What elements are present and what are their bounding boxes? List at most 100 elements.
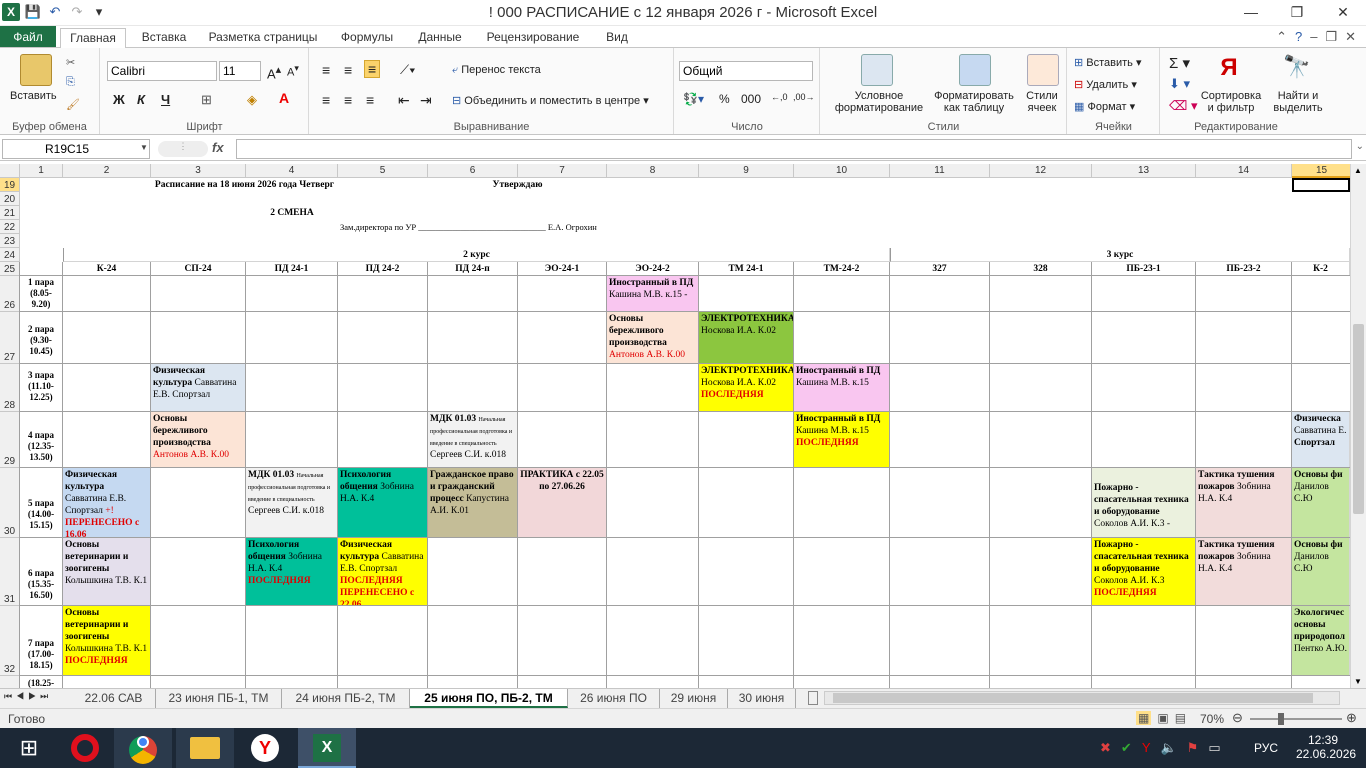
row-header[interactable]: [0, 676, 20, 688]
insert-cells-button[interactable]: ⊞ Вставить ▾: [1074, 56, 1142, 69]
lesson-cell[interactable]: Основы фи Данилов С.Ю: [1292, 468, 1350, 538]
lesson-cell[interactable]: Физическая культура Савватина Е.В. Спорт…: [338, 538, 428, 606]
lesson-cell[interactable]: Основы ветеринарии и зоогигены Колышкина …: [63, 538, 151, 606]
namebox-dropdown-icon[interactable]: ▼: [140, 143, 148, 152]
clock[interactable]: 12:39 22.06.2026: [1296, 733, 1356, 761]
find-select-button[interactable]: Найти и выделить: [1269, 90, 1327, 114]
orientation-icon[interactable]: ⟋▾: [400, 62, 415, 78]
lesson-cell[interactable]: Иностранный в ПД Кашина М.В. к.15 ПОСЛЕДНЯ…: [794, 412, 890, 468]
clear-icon[interactable]: ⌫ ▾: [1169, 98, 1198, 114]
sheet-tab[interactable]: 29 июня: [660, 689, 728, 708]
workbook-restore-icon[interactable]: ❐: [1325, 29, 1337, 45]
align-bottom-icon[interactable]: ≡: [364, 60, 381, 78]
column-header[interactable]: 12: [990, 164, 1092, 178]
lesson-cell[interactable]: Пожарно - спасательная техника и оборудо…: [1092, 538, 1196, 606]
minimize-ribbon-icon[interactable]: ⌃: [1276, 29, 1287, 45]
row-header[interactable]: 22: [0, 220, 20, 234]
workbook-close-icon[interactable]: ✕: [1345, 29, 1356, 45]
row-header[interactable]: 23: [0, 234, 20, 248]
row-header[interactable]: 27: [0, 312, 20, 364]
bold-button[interactable]: Ж: [113, 92, 125, 107]
column-header[interactable]: 10: [794, 164, 890, 178]
column-header[interactable]: 5: [338, 164, 428, 178]
increase-indent-icon[interactable]: ⇥: [420, 92, 432, 109]
align-middle-icon[interactable]: ≡: [344, 62, 352, 78]
expand-formula-icon[interactable]: ⌄: [1356, 141, 1364, 152]
close-button[interactable]: ✕: [1320, 0, 1366, 24]
format-as-table-button[interactable]: Форматировать как таблицу: [933, 90, 1015, 114]
language-indicator[interactable]: РУС: [1254, 741, 1278, 755]
align-top-icon[interactable]: ≡: [322, 62, 330, 78]
row-header[interactable]: 32: [0, 606, 20, 676]
horizontal-scrollbar[interactable]: [824, 691, 1340, 705]
zoom-slider[interactable]: [1250, 713, 1342, 725]
autosum-icon[interactable]: Σ ▾: [1169, 54, 1190, 72]
sheet-tab[interactable]: 30 июня: [728, 689, 796, 708]
name-box[interactable]: R19C15: [2, 139, 150, 159]
row-header[interactable]: 26: [0, 276, 20, 312]
column-header[interactable]: 4: [246, 164, 338, 178]
column-header[interactable]: 7: [518, 164, 607, 178]
normal-view-icon[interactable]: ▦: [1136, 711, 1152, 725]
selected-cell[interactable]: [1292, 178, 1350, 192]
row-header[interactable]: 28: [0, 364, 20, 412]
number-format-combo[interactable]: Общий: [679, 61, 813, 81]
sheet-tab[interactable]: 26 июня ПО: [568, 689, 660, 708]
lesson-cell[interactable]: Физическая культура Савватина Е.В. Спорт…: [63, 468, 151, 538]
sheet-tab[interactable]: 23 июня ПБ-1, ТМ: [156, 689, 282, 708]
zoom-level[interactable]: 70%: [1200, 712, 1224, 726]
scroll-down-icon[interactable]: ▼: [1354, 677, 1362, 686]
conditional-format-button[interactable]: Условное форматирование: [825, 90, 933, 114]
zoom-in-icon[interactable]: ⊕: [1346, 710, 1357, 726]
cell-styles-button[interactable]: Стили ячеек: [1019, 90, 1065, 114]
fill-color-icon[interactable]: ◈: [247, 92, 257, 108]
lesson-cell[interactable]: Тактика тушения пожаров Зобнина Н.А. К.4: [1196, 468, 1292, 538]
formula-resize-handle[interactable]: ⋮: [158, 141, 208, 157]
paste-icon[interactable]: [20, 54, 52, 86]
tab-view[interactable]: Вид: [596, 28, 638, 48]
flag-icon[interactable]: ⚑: [1187, 740, 1199, 756]
select-all-corner[interactable]: [0, 164, 20, 178]
grow-font-icon[interactable]: A▴: [267, 63, 281, 81]
lesson-cell[interactable]: Иностранный в ПД Кашина М.В. к.15: [794, 364, 890, 412]
font-size-combo[interactable]: 11: [219, 61, 261, 81]
volume-icon[interactable]: 🔈: [1160, 740, 1176, 756]
row-header[interactable]: 31: [0, 538, 20, 606]
column-header[interactable]: 1: [20, 164, 63, 178]
cut-icon[interactable]: ✂: [66, 56, 75, 69]
column-header[interactable]: 2: [63, 164, 151, 178]
column-header-selected[interactable]: 15: [1292, 164, 1350, 178]
tab-review[interactable]: Рецензирование: [480, 28, 586, 48]
lesson-cell[interactable]: Психология общения Зобнина Н.А. К.4 ПОСЛЕ…: [246, 538, 338, 606]
tab-data[interactable]: Данные: [410, 28, 470, 48]
excel-taskbar-icon[interactable]: X: [298, 728, 356, 768]
tab-home[interactable]: Главная: [60, 28, 126, 48]
tab-insert[interactable]: Вставка: [136, 28, 192, 48]
column-header[interactable]: 13: [1092, 164, 1196, 178]
lesson-cell[interactable]: МДК 01.03 Начальная профессиональная под…: [428, 412, 518, 468]
zoom-slider-thumb[interactable]: [1278, 713, 1284, 725]
page-break-view-icon[interactable]: ▤: [1175, 711, 1186, 725]
minimize-button[interactable]: —: [1228, 0, 1274, 24]
row-header[interactable]: 20: [0, 192, 20, 206]
column-header[interactable]: 6: [428, 164, 518, 178]
fx-icon[interactable]: fx: [212, 140, 224, 155]
decrease-decimal-icon[interactable]: ,00→: [793, 92, 815, 102]
shrink-font-icon[interactable]: A▾: [287, 63, 299, 79]
restore-button[interactable]: ❐: [1274, 0, 1320, 24]
lesson-cell[interactable]: Физическая культура Савватина Е.В. Спорт…: [151, 364, 246, 412]
align-center-icon[interactable]: ≡: [344, 92, 352, 108]
power-icon[interactable]: ▭: [1208, 740, 1220, 756]
yandex-tray-icon[interactable]: Y: [1142, 740, 1151, 756]
font-name-combo[interactable]: Calibri: [107, 61, 217, 81]
row-header[interactable]: 30: [0, 468, 20, 538]
font-color-icon[interactable]: A: [279, 90, 289, 106]
column-header[interactable]: 14: [1196, 164, 1292, 178]
lesson-cell[interactable]: Основы бережливого производства Антонов А…: [151, 412, 246, 468]
sheet-tab[interactable]: 24 июня ПБ-2, ТМ: [282, 689, 410, 708]
zoom-out-icon[interactable]: ⊖: [1232, 710, 1243, 726]
scroll-up-icon[interactable]: ▲: [1354, 166, 1362, 175]
lesson-cell[interactable]: ЭЛЕКТРОТЕХНИКА Носкова И.А. К.02 ПОСЛЕДНЯЯ: [699, 364, 794, 412]
vertical-scrollbar[interactable]: ▲ ▼: [1350, 164, 1366, 688]
sheet-nav-arrows-icon[interactable]: ⏮◀▶⏭: [4, 691, 52, 702]
